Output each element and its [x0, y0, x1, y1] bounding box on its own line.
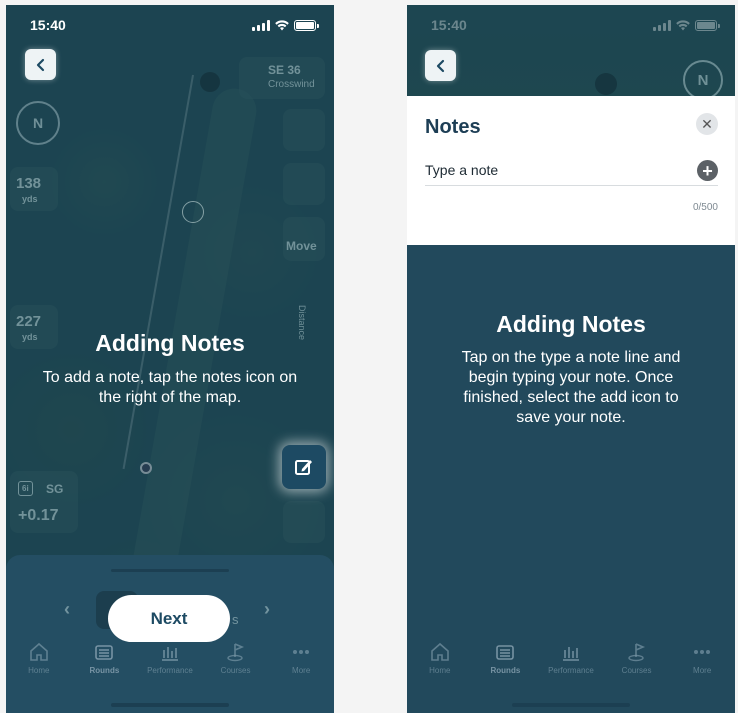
next-button[interactable]: Next — [108, 595, 230, 642]
status-time: 15:40 — [30, 17, 66, 33]
wind-value: SE 36 — [268, 63, 301, 77]
flag-icon — [200, 72, 220, 92]
courses-flag-icon — [627, 643, 645, 662]
tab-more-label: More — [292, 666, 311, 675]
rounds-icon — [496, 645, 515, 660]
tab-home[interactable]: Home — [8, 641, 70, 691]
wifi-icon — [676, 19, 690, 30]
notes-panel: Notes ✕ + 0/500 — [407, 96, 735, 245]
home-indicator — [111, 703, 229, 707]
compass-icon: N — [16, 101, 60, 145]
tab-bar: Home Rounds Performance Courses More — [407, 641, 735, 691]
back-button[interactable] — [25, 49, 56, 80]
more-dots-icon — [694, 650, 711, 654]
tab-more[interactable]: More — [270, 641, 332, 691]
performance-icon — [562, 647, 579, 661]
back-button[interactable] — [425, 50, 456, 81]
close-icon: ✕ — [701, 115, 713, 132]
status-bar: 15:40 — [6, 5, 334, 45]
tab-performance[interactable]: Performance — [139, 641, 201, 691]
chevron-left-icon — [436, 59, 444, 72]
home-icon — [430, 642, 449, 661]
rounds-icon — [95, 645, 114, 660]
status-time: 15:40 — [431, 17, 467, 33]
tutorial-text: Tap on the type a note line and begin ty… — [461, 349, 681, 426]
more-dots-icon — [293, 650, 310, 654]
home-indicator — [512, 703, 630, 707]
distance-2-value: 227 — [16, 313, 42, 330]
tutorial-text: To add a note, tap the notes icon on the… — [42, 369, 298, 406]
tab-courses-label: Courses — [621, 666, 652, 675]
ball-position-icon — [140, 462, 152, 474]
tab-courses[interactable]: Courses — [606, 641, 668, 691]
tab-more-label: More — [693, 666, 712, 675]
tab-bar: Home Rounds Performance Courses More — [6, 641, 334, 691]
compass-icon: N — [683, 60, 723, 100]
battery-icon — [695, 19, 720, 31]
tab-courses[interactable]: Courses — [205, 641, 267, 691]
tab-home-label: Home — [28, 666, 50, 675]
onboarding-screen-notes: N 15:40 Notes ✕ + 0/500 Adding Notes Tap… — [407, 5, 735, 713]
plus-icon: + — [702, 160, 713, 181]
add-note-button[interactable]: + — [697, 160, 718, 181]
distance-1-value: 138 — [16, 175, 42, 192]
battery-icon — [294, 19, 319, 31]
signal-icon — [653, 19, 671, 31]
distance-1-unit: yds — [22, 194, 38, 204]
signal-icon — [252, 19, 270, 31]
tab-rounds[interactable]: Rounds — [474, 641, 536, 691]
save-button — [283, 163, 325, 205]
performance-icon — [161, 647, 178, 661]
pager-partial-text: s — [232, 612, 239, 627]
close-button[interactable]: ✕ — [696, 113, 718, 135]
tab-home[interactable]: Home — [409, 641, 471, 691]
target-icon — [182, 201, 204, 223]
sg-label: SG — [46, 482, 64, 496]
flag-icon — [595, 73, 617, 95]
move-label: Move — [286, 239, 317, 253]
wind-label: Crosswind — [268, 79, 315, 90]
tab-more[interactable]: More — [671, 641, 733, 691]
edit-note-icon — [295, 460, 312, 475]
next-hole-chevron-icon: › — [264, 599, 270, 619]
tab-home-label: Home — [429, 666, 451, 675]
wifi-icon — [275, 19, 289, 30]
prev-hole-chevron-icon: ‹ — [64, 599, 70, 619]
club-badge: 6i — [18, 481, 33, 496]
sheet-handle[interactable] — [111, 569, 229, 572]
settings-button — [283, 109, 325, 151]
tab-courses-label: Courses — [220, 666, 251, 675]
note-input[interactable] — [425, 154, 718, 186]
shot-tracker-button — [283, 501, 325, 543]
sg-value: +0.17 — [18, 507, 59, 524]
character-count: 0/500 — [692, 202, 718, 213]
tab-rounds-label: Rounds — [490, 666, 521, 675]
tab-rounds-label: Rounds — [89, 666, 120, 675]
tab-rounds[interactable]: Rounds — [73, 641, 135, 691]
courses-flag-icon — [226, 643, 244, 662]
tab-performance-label: Performance — [548, 666, 594, 675]
status-bar: 15:40 — [407, 5, 735, 45]
tutorial-title: Adding Notes — [95, 330, 245, 356]
home-icon — [29, 642, 48, 661]
onboarding-screen-map: SE 36 Crosswind N Move 138 yds 227 yds 6… — [6, 5, 334, 713]
tab-performance[interactable]: Performance — [540, 641, 602, 691]
tutorial-title: Adding Notes — [496, 311, 646, 337]
tab-performance-label: Performance — [147, 666, 193, 675]
notes-button[interactable] — [282, 445, 326, 489]
notes-title: Notes — [425, 116, 481, 138]
chevron-left-icon — [36, 58, 44, 71]
